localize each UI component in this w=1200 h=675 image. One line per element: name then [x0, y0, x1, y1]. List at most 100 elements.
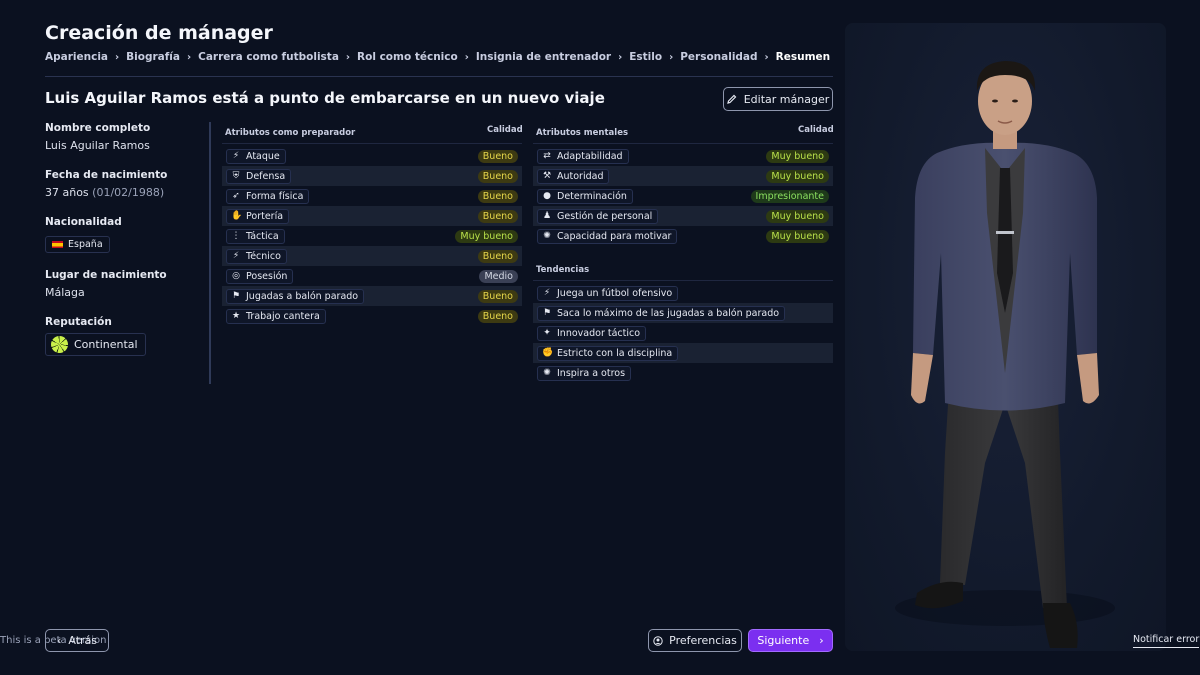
attribute-label: Gestión de personal — [557, 210, 653, 222]
chevron-right-icon: › — [345, 51, 351, 63]
tendency-label: Innovador táctico — [557, 327, 641, 339]
breadcrumb-item[interactable]: Carrera como futbolista — [198, 51, 339, 63]
reputation-label: Reputación — [45, 316, 112, 328]
mental-attributes-list: ⇄ Adaptabilidad Muy bueno ⚒ Autoridad Muy bue… — [533, 146, 833, 246]
attribute-label: Capacidad para motivar — [557, 230, 672, 242]
profile-info: Nombre completo Luis Aguilar Ramos Fecha… — [45, 122, 205, 357]
attribute-row: ● Determinación Impresionante — [533, 186, 833, 206]
attribute-label: Posesión — [246, 270, 288, 282]
birth-date: (01/02/1988) — [92, 186, 165, 199]
next-label: Siguiente — [757, 634, 810, 647]
attribute-label: Defensa — [246, 170, 286, 182]
preferences-button[interactable]: Preferencias — [648, 629, 742, 652]
birthplace-label: Lugar de nacimiento — [45, 269, 167, 281]
attribute-label: Autoridad — [557, 170, 604, 182]
attribute-chip: ♟ Gestión de personal — [537, 208, 659, 224]
report-bug-link[interactable]: Notificar error — [1133, 634, 1200, 648]
attribute-row: ✺ Capacidad para motivar Muy bueno — [533, 226, 833, 246]
breadcrumb-item[interactable]: Rol como técnico — [357, 51, 458, 63]
chevron-right-icon: › — [819, 634, 824, 647]
tendencies-heading: Tendencias — [536, 265, 590, 275]
quality-badge: Bueno — [477, 249, 518, 263]
manager-avatar-preview[interactable] — [845, 23, 1166, 651]
quality-badge: Muy bueno — [766, 149, 829, 163]
tendency-chip: ⚑ Saca lo máximo de las jugadas a balón p… — [537, 305, 786, 321]
breadcrumb-item[interactable]: Biografía — [126, 51, 180, 63]
attribute-label: Jugadas a balón parado — [246, 290, 359, 302]
adaptability-icon: ⇄ — [543, 151, 551, 161]
birthplace-value: Málaga — [45, 286, 85, 299]
birth-date-label: Fecha de nacimiento — [45, 169, 168, 181]
back-button[interactable]: ‹ Atrás — [45, 629, 109, 652]
attribute-row: ⋮ Táctica Muy bueno — [222, 226, 522, 246]
tendency-label: Estricto con la disciplina — [557, 347, 673, 359]
attribute-label: Portería — [246, 210, 284, 222]
attribute-chip: ⚡ Técnico — [226, 248, 287, 264]
full-name-label: Nombre completo — [45, 122, 151, 134]
tendency-chip: ✺ Inspira a otros — [537, 365, 632, 381]
next-button[interactable]: Siguiente › — [748, 629, 833, 652]
birth-date-value: 37 años (01/02/1988) — [45, 186, 205, 199]
manager-figure — [895, 61, 1115, 648]
page-title: Creación de mánager — [45, 22, 273, 44]
breadcrumb-item[interactable]: Estilo — [629, 51, 662, 63]
goalkeeping-icon: ✋ — [231, 211, 243, 221]
attribute-label: Táctica — [246, 230, 279, 242]
attribute-label: Trabajo cantera — [246, 310, 320, 322]
set-pieces-icon: ⚑ — [542, 308, 552, 318]
attribute-chip: ✋ Portería — [226, 208, 290, 224]
attack-icon: ⚡ — [232, 151, 240, 161]
tendencies-divider — [533, 280, 833, 281]
discipline-icon: ✊ — [542, 348, 554, 358]
preferences-label: Preferencias — [669, 634, 737, 647]
age-value: 37 años — [45, 186, 89, 199]
pencil-icon — [726, 94, 737, 104]
attribute-row: ✋ Portería Bueno — [222, 206, 522, 226]
attribute-label: Forma física — [246, 190, 304, 202]
quality-badge: Bueno — [477, 189, 518, 203]
reputation-chip: Continental — [45, 333, 146, 356]
quality-badge: Muy bueno — [455, 229, 518, 243]
attribute-row: ⛨ Defensa Bueno — [222, 166, 522, 186]
breadcrumb-item[interactable]: Resumen — [776, 51, 830, 63]
attribute-row: ⇄ Adaptabilidad Muy bueno — [533, 146, 833, 166]
breadcrumb-item[interactable]: Insignia de entrenador — [476, 51, 611, 63]
tendency-label: Juega un fútbol ofensivo — [557, 287, 673, 299]
mental-quality-heading: Calidad — [798, 125, 834, 135]
quality-badge: Muy bueno — [766, 229, 829, 243]
attribute-chip: ✺ Capacidad para motivar — [537, 228, 678, 244]
attribute-label: Adaptabilidad — [557, 150, 623, 162]
attribute-chip: ★ Trabajo cantera — [226, 308, 326, 324]
attribute-row: ★ Trabajo cantera Bueno — [222, 306, 522, 326]
chevron-right-icon: › — [669, 51, 674, 63]
quality-badge: Bueno — [477, 149, 518, 163]
attribute-row: ➶ Forma física Bueno — [222, 186, 522, 206]
attribute-row: ♟ Gestión de personal Muy bueno — [533, 206, 833, 226]
mental-heading: Atributos mentales — [536, 128, 629, 138]
tendency-row: ⚡ Juega un fútbol ofensivo — [533, 283, 833, 303]
quality-badge: Bueno — [477, 169, 518, 183]
edit-manager-button[interactable]: Editar mánager — [723, 87, 833, 111]
defense-icon: ⛨ — [232, 171, 240, 181]
attribute-chip: ⇄ Adaptabilidad — [537, 148, 629, 164]
chevron-right-icon: › — [115, 51, 120, 63]
inspire-icon: ✺ — [543, 368, 551, 378]
attack-icon: ⚡ — [543, 288, 551, 298]
attribute-row: ⚑ Jugadas a balón parado Bueno — [222, 286, 522, 306]
attribute-chip: ⋮ Táctica — [226, 228, 285, 244]
quality-badge: Muy bueno — [766, 209, 829, 223]
attribute-chip: ⚡ Ataque — [226, 148, 286, 164]
tendency-chip: ✊ Estricto con la disciplina — [537, 345, 679, 361]
nationality-chip: España — [45, 236, 110, 253]
nationality-value: España — [68, 239, 103, 250]
possession-icon: ◎ — [232, 271, 240, 281]
tendency-row: ✊ Estricto con la disciplina — [533, 343, 833, 363]
chevron-right-icon: › — [464, 51, 469, 63]
nationality-label: Nacionalidad — [45, 216, 122, 228]
attribute-label: Ataque — [246, 150, 280, 162]
breadcrumb-item[interactable]: Personalidad — [680, 51, 757, 63]
breadcrumb-item[interactable]: Apariencia — [45, 51, 108, 63]
reputation-value: Continental — [74, 338, 138, 351]
attribute-label: Técnico — [246, 250, 281, 262]
back-label: Atrás — [68, 634, 98, 647]
